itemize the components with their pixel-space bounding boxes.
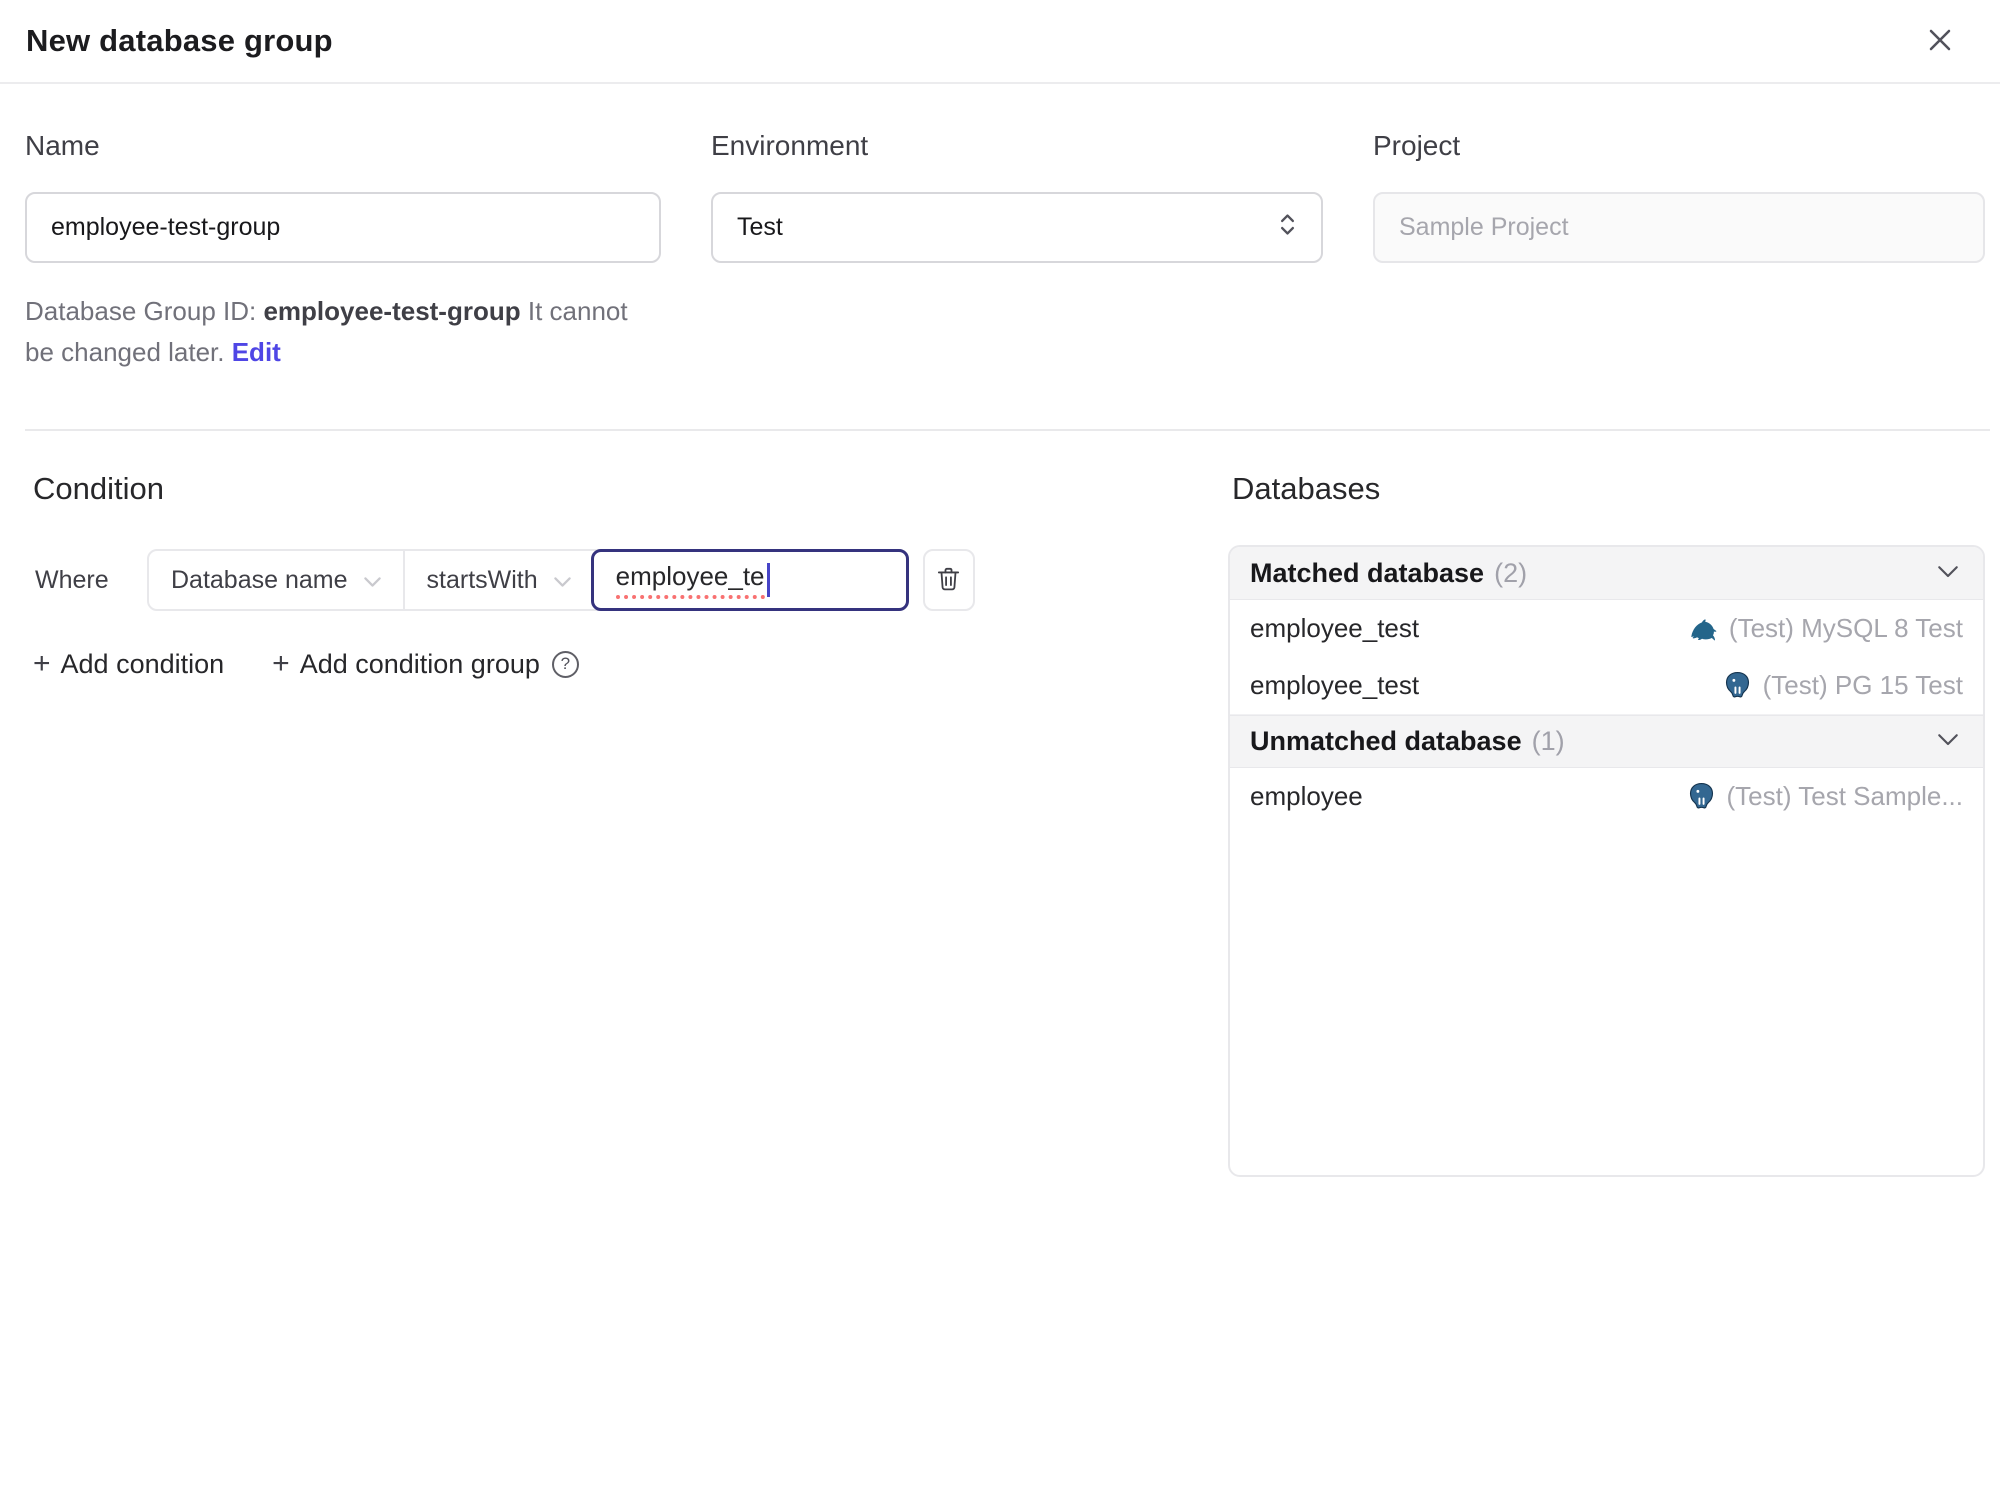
plus-icon: + — [33, 647, 51, 680]
page-title: New database group — [26, 23, 333, 58]
condition-heading: Condition — [33, 471, 164, 506]
name-field-group: Name Database Group ID: employee-test-gr… — [25, 130, 661, 373]
add-condition-group-button[interactable]: + Add condition group ? — [272, 647, 579, 681]
condition-row: Where Database name startsWith employee_… — [25, 549, 1228, 611]
close-button[interactable] — [1922, 22, 1958, 61]
unmatched-database-header[interactable]: Unmatched database (1) — [1230, 715, 1983, 768]
trash-icon — [934, 564, 963, 596]
database-name: employee_test — [1250, 670, 1420, 700]
form-row: Name Database Group ID: employee-test-gr… — [0, 130, 2000, 373]
database-instance-label: (Test) MySQL 8 Test — [1728, 613, 1963, 643]
database-instance-label: (Test) Test Sample... — [1726, 781, 1964, 811]
database-name: employee_test — [1250, 613, 1420, 643]
databases-section: Databases Matched database (2) employee_t… — [1228, 471, 1985, 1177]
add-condition-button[interactable]: + Add condition — [33, 647, 224, 681]
dialog-header: New database group — [0, 0, 2000, 84]
postgresql-icon — [1686, 781, 1717, 812]
database-name: employee — [1250, 781, 1363, 811]
chevron-down-icon — [1933, 724, 1963, 759]
condition-operator-dropdown[interactable]: startsWith — [405, 551, 593, 609]
unmatched-database-title: Unmatched database (1) — [1250, 726, 1565, 757]
condition-actions: + Add condition + Add condition group ? — [33, 647, 1228, 681]
group-id-value: employee-test-group — [263, 296, 521, 326]
add-condition-label: Add condition — [60, 648, 225, 679]
plus-icon: + — [272, 647, 290, 680]
name-input[interactable] — [25, 192, 661, 263]
close-icon — [1922, 22, 1958, 61]
delete-condition-button[interactable] — [922, 549, 975, 611]
mysql-icon — [1688, 613, 1719, 644]
database-instance: (Test) PG 15 Test — [1722, 670, 1963, 701]
environment-label: Environment — [711, 130, 869, 161]
chevron-down-icon — [553, 566, 571, 595]
condition-value-input[interactable]: employee_te — [590, 549, 909, 611]
database-row: employee_test (Test) MySQL 8 Test — [1230, 600, 1983, 657]
edit-group-id-link[interactable]: Edit — [232, 337, 281, 367]
where-label: Where — [35, 565, 109, 594]
bottom-area: Condition Where Database name startsWith — [0, 431, 2000, 1177]
condition-operator-value: startsWith — [426, 565, 538, 594]
databases-panel: Matched database (2) employee_test (Test… — [1228, 545, 1985, 1177]
chevron-down-icon — [363, 566, 381, 595]
project-value: Sample Project — [1399, 213, 1569, 241]
help-icon[interactable]: ? — [551, 650, 579, 678]
postgresql-icon — [1722, 670, 1753, 701]
name-label: Name — [25, 130, 100, 161]
database-instance: (Test) MySQL 8 Test — [1688, 613, 1963, 644]
environment-selected-value: Test — [737, 213, 783, 241]
chevron-down-icon — [1933, 556, 1963, 591]
condition-value-text: employee_te — [615, 561, 765, 599]
database-instance-label: (Test) PG 15 Test — [1762, 670, 1963, 700]
add-condition-group-label: Add condition group — [299, 648, 540, 679]
group-id-note: Database Group ID: employee-test-group I… — [25, 291, 661, 373]
project-field-group: Project Sample Project — [1373, 130, 1985, 373]
unmatched-database-title-text: Unmatched database — [1250, 726, 1522, 756]
matched-database-title-text: Matched database — [1250, 557, 1485, 588]
condition-factor-value: Database name — [171, 565, 348, 594]
matched-database-header[interactable]: Matched database (2) — [1230, 547, 1983, 600]
project-label: Project — [1373, 130, 1461, 161]
condition-factor-dropdown[interactable]: Database name — [149, 551, 405, 609]
database-instance: (Test) Test Sample... — [1686, 781, 1964, 812]
unmatched-database-count: (1) — [1531, 726, 1565, 756]
matched-database-count: (2) — [1494, 557, 1528, 588]
text-cursor — [766, 563, 770, 597]
condition-expression-group: Database name startsWith employee_te — [147, 549, 909, 611]
group-id-note-prefix: Database Group ID: — [25, 296, 264, 326]
environment-field-group: Environment Test — [711, 130, 1323, 373]
database-row: employee (Test) Test Sample... — [1230, 768, 1983, 825]
project-input: Sample Project — [1373, 192, 1985, 263]
environment-select[interactable]: Test — [711, 192, 1323, 263]
condition-section: Condition Where Database name startsWith — [25, 471, 1228, 681]
databases-heading: Databases — [1232, 471, 1381, 506]
select-updown-icon — [1278, 209, 1297, 247]
database-row: employee_test (Test) PG 15 Test — [1230, 657, 1983, 715]
matched-database-title: Matched database (2) — [1250, 558, 1527, 589]
